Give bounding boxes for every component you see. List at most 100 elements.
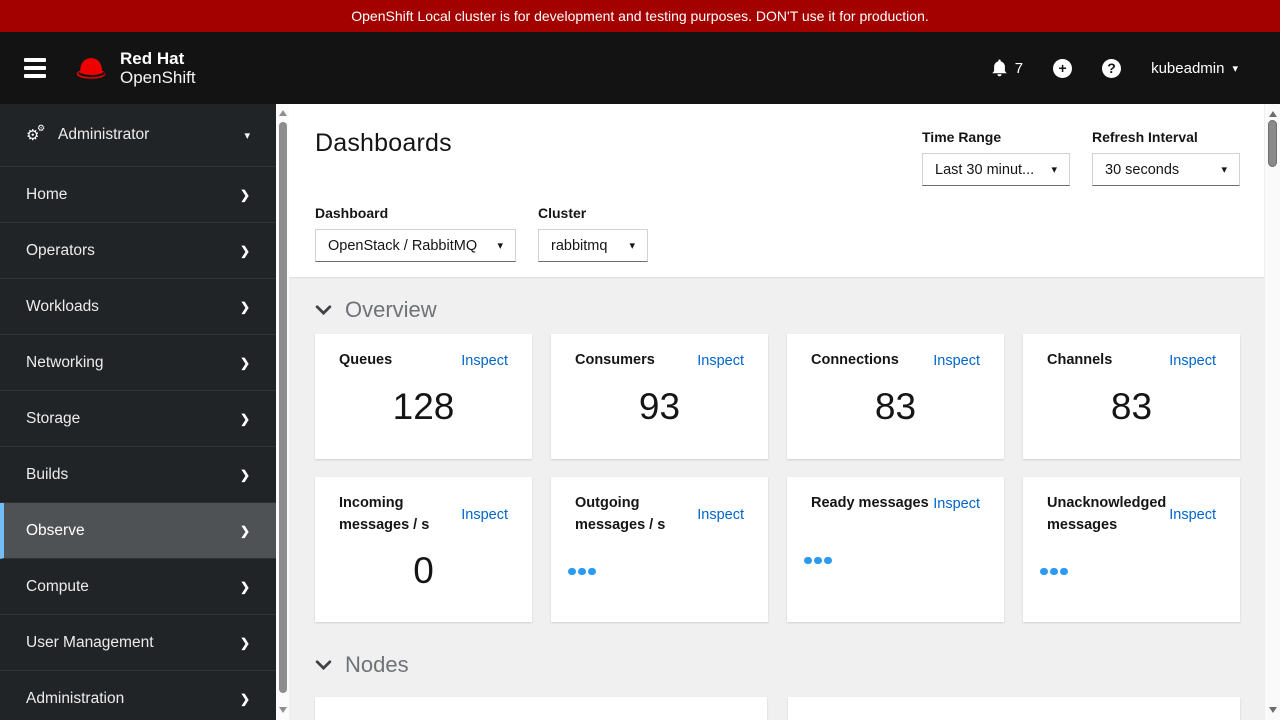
page-header: Dashboards Time Range Last 30 minut... ▾… (289, 104, 1264, 277)
caret-down-icon: ▾ (497, 240, 503, 252)
cluster-select[interactable]: rabbitmq ▾ (538, 229, 648, 262)
refresh-interval-label: Refresh Interval (1092, 129, 1198, 145)
sidebar-scrollbar-thumb[interactable] (278, 122, 287, 693)
bell-icon (992, 59, 1007, 77)
perspective-label: Administrator (58, 126, 150, 143)
openshift-console: OpenShift Local cluster is for developme… (0, 0, 1280, 720)
inspect-link[interactable]: Inspect (933, 353, 980, 369)
chevron-right-icon: ❯ (239, 187, 250, 202)
notifications-button[interactable]: 7 (991, 59, 1023, 77)
card-value: 83 (1110, 386, 1153, 428)
chevron-right-icon: ❯ (239, 579, 250, 594)
scroll-down-arrow-icon[interactable] (278, 707, 287, 713)
dashboard-select[interactable]: OpenStack / RabbitMQ ▾ (315, 229, 516, 262)
chevron-right-icon: ❯ (239, 691, 250, 706)
inspect-link[interactable]: Inspect (1169, 353, 1216, 369)
inspect-link[interactable]: Inspect (461, 507, 508, 523)
help-button[interactable]: ? (1102, 58, 1122, 78)
overview-section-title: Overview (345, 297, 437, 322)
sidebar-nav: ⚙ ⚙ Administrator ▾ Home ❯ Operators ❯ Wo… (0, 104, 276, 720)
inspect-link[interactable]: Inspect (933, 496, 980, 512)
inspect-link[interactable]: Inspect (1169, 507, 1216, 523)
chevron-right-icon: ❯ (239, 243, 250, 258)
chevron-right-icon: ❯ (239, 635, 250, 650)
dashboard-label: Dashboard (315, 205, 389, 221)
cogs-icon: ⚙ ⚙ (26, 122, 46, 144)
scroll-up-arrow-icon[interactable] (278, 110, 287, 116)
sidebar-item-administration[interactable]: Administration ❯ (0, 671, 276, 720)
page-title: Dashboards (315, 129, 452, 157)
overview-section-toggle[interactable]: Overview (315, 297, 1240, 323)
inspect-link[interactable]: Inspect (697, 353, 744, 369)
caret-down-icon: ▾ (244, 129, 250, 142)
chevron-right-icon: ❯ (239, 355, 250, 370)
sidebar-item-user-management[interactable]: User Management ❯ (0, 615, 276, 671)
loading-dots (568, 537, 744, 607)
main-scrollbar-thumb[interactable] (1268, 120, 1277, 167)
scroll-up-arrow-icon[interactable] (1268, 111, 1277, 117)
add-plus-button[interactable]: + (1053, 58, 1073, 78)
loading-dots (1040, 537, 1216, 607)
dashboard-body: Overview Queues Inspect 128 Consumers In… (289, 277, 1264, 720)
cluster-warning-banner: OpenShift Local cluster is for developme… (0, 0, 1280, 32)
card-value: 0 (413, 550, 434, 592)
time-range-filter: Time Range Last 30 minut... ▾ (922, 129, 1070, 186)
scroll-down-arrow-icon[interactable] (1268, 707, 1277, 713)
unacknowledged-messages-card: Unacknowledged messages Inspect (1023, 477, 1240, 622)
sidebar-item-observe[interactable]: Observe ❯ (0, 503, 276, 559)
nodes-card-left (315, 697, 767, 720)
nodes-cards-row (315, 697, 1240, 720)
chevron-right-icon: ❯ (239, 523, 250, 538)
dashboard-filter: Dashboard OpenStack / RabbitMQ ▾ (315, 205, 516, 262)
outgoing-messages-card: Outgoing messages / s Inspect (551, 477, 768, 622)
nodes-section-toggle[interactable]: Nodes (315, 652, 1240, 678)
main-scrollbar[interactable] (1264, 104, 1280, 720)
inspect-link[interactable]: Inspect (697, 507, 744, 523)
cluster-filter: Cluster rabbitmq ▾ (538, 205, 648, 262)
caret-down-icon: ▾ (1051, 164, 1057, 176)
perspective-switcher[interactable]: ⚙ ⚙ Administrator ▾ (0, 104, 276, 167)
sidebar-item-workloads[interactable]: Workloads ❯ (0, 279, 276, 335)
chevron-right-icon: ❯ (239, 299, 250, 314)
sidebar-scrollbar[interactable] (276, 104, 289, 720)
brand-line1: Red Hat (120, 48, 185, 68)
time-range-label: Time Range (922, 129, 1002, 145)
consumers-card: Consumers Inspect 93 (551, 334, 768, 459)
sidebar-item-home[interactable]: Home ❯ (0, 167, 276, 223)
sidebar-item-operators[interactable]: Operators ❯ (0, 223, 276, 279)
loading-dots (804, 515, 980, 606)
inspect-link[interactable]: Inspect (461, 353, 508, 369)
time-range-select[interactable]: Last 30 minut... ▾ (922, 153, 1070, 186)
sidebar-item-builds[interactable]: Builds ❯ (0, 447, 276, 503)
nodes-section-title: Nodes (345, 652, 409, 677)
connections-card: Connections Inspect 83 (787, 334, 1004, 459)
ready-messages-card: Ready messages Inspect (787, 477, 1004, 622)
overview-cards-row1: Queues Inspect 128 Consumers Inspect 93 (315, 334, 1240, 459)
sidebar-item-storage[interactable]: Storage ❯ (0, 391, 276, 447)
sidebar-item-compute[interactable]: Compute ❯ (0, 559, 276, 615)
caret-down-icon: ▾ (1232, 62, 1238, 75)
chevron-down-icon (315, 659, 332, 670)
notification-count: 7 (1014, 59, 1024, 77)
dashboards-page: Dashboards Time Range Last 30 minut... ▾… (289, 104, 1264, 720)
user-menu[interactable]: kubeadmin ▾ (1151, 60, 1238, 77)
overview-cards-row2: Incoming messages / s Inspect 0 Outgoing… (315, 477, 1240, 622)
card-value: 128 (392, 386, 455, 428)
caret-down-icon: ▾ (629, 240, 635, 252)
banner-message: OpenShift Local cluster is for developme… (351, 8, 929, 24)
incoming-messages-card: Incoming messages / s Inspect 0 (315, 477, 532, 622)
brand-line2: OpenShift (120, 68, 196, 87)
queues-card: Queues Inspect 128 (315, 334, 532, 459)
nav-toggle-hamburger-icon[interactable] (24, 54, 48, 83)
chevron-right-icon: ❯ (239, 411, 250, 426)
refresh-interval-select[interactable]: 30 seconds ▾ (1092, 153, 1240, 186)
card-value: 93 (638, 386, 681, 428)
masthead: Red Hat OpenShift 7 + ? kubeadmin ▾ (0, 32, 1280, 104)
cluster-label: Cluster (538, 205, 587, 221)
caret-down-icon: ▾ (1221, 164, 1227, 176)
nodes-card-right (788, 697, 1240, 720)
card-value: 83 (874, 386, 917, 428)
refresh-interval-filter: Refresh Interval 30 seconds ▾ (1092, 129, 1240, 186)
sidebar-item-networking[interactable]: Networking ❯ (0, 335, 276, 391)
redhat-openshift-logo[interactable]: Red Hat OpenShift (74, 49, 196, 87)
